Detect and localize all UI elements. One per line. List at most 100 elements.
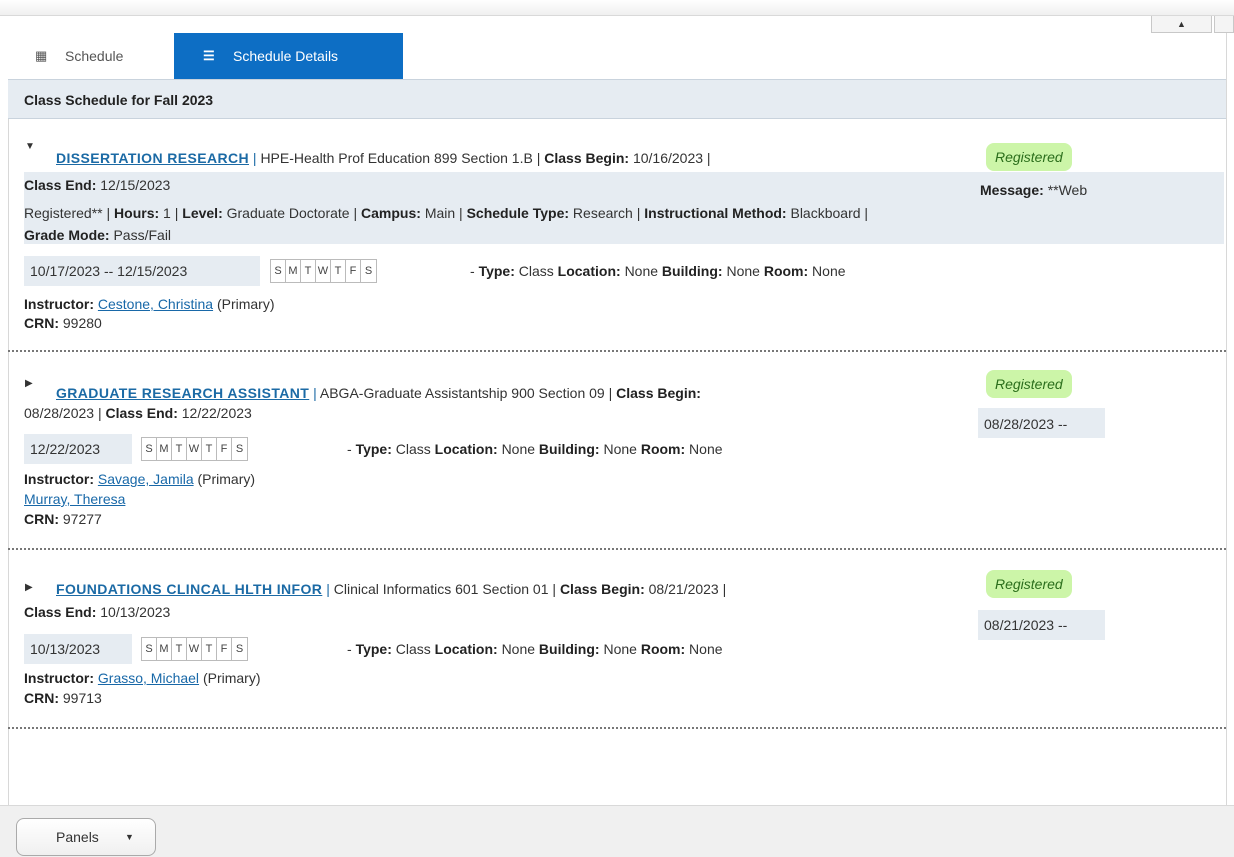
building-value: None [726,263,760,279]
building-label: Building: [538,641,600,657]
day-wednesday: W [316,260,331,282]
location-value: None [624,263,659,279]
room-value: None [812,263,846,279]
day-monday: M [157,638,172,660]
crn-label: CRN: [24,315,59,331]
schedule-type-value: Research [572,205,633,221]
instructor-line: Instructor: Cestone, Christina (Primary) [24,296,275,312]
status-badge: Registered [986,570,1072,598]
collapse-button[interactable]: ▲ [1151,16,1212,33]
course-header-line: DISSERTATION RESEARCH | HPE-Health Prof … [56,150,711,166]
course-title-link[interactable]: DISSERTATION RESEARCH [56,150,249,166]
room-label: Room: [763,263,809,279]
panels-button-label: Panels [56,829,99,845]
dash: - [470,263,475,279]
corner-button[interactable] [1214,16,1234,33]
crn-value: 97277 [62,511,102,527]
campus-value: Main [424,205,456,221]
caret-right-icon[interactable]: ▶ [25,378,33,389]
tab-schedule-details[interactable]: ☰ Schedule Details [174,33,403,79]
type-value: Class [518,263,554,279]
location-label: Location: [434,641,498,657]
instructor-link[interactable]: Murray, Theresa [24,491,125,507]
class-dates-line: 08/28/2023 | Class End: 12/22/2023 [24,405,252,421]
message-label: Message: [980,182,1044,198]
level-value: Graduate Doctorate [226,205,350,221]
day-friday: F [217,438,232,460]
course-title-link[interactable]: GRADUATE RESEARCH ASSISTANT [56,385,309,401]
instructor-label: Instructor: [24,670,94,686]
instructor-link[interactable]: Cestone, Christina [98,296,213,312]
course-details-line: Registered** | Hours: 1 | Level: Graduat… [24,205,869,221]
tab-schedule[interactable]: ▦ Schedule [8,33,173,79]
primary-tag: (Primary) [216,296,275,312]
class-begin-label: Class Begin: [616,385,701,401]
day-sunday: S [142,638,157,660]
caret-right-icon[interactable]: ▶ [25,582,33,593]
meeting-location: - Type: Class Location: None Building: N… [470,263,846,279]
day-wednesday: W [187,638,202,660]
grade-mode-line: Grade Mode: Pass/Fail [24,227,171,243]
instructional-method-value: Blackboard [790,205,861,221]
message-line: Message: **Web [980,182,1087,198]
room-label: Room: [640,441,686,457]
day-saturday: S [364,265,373,277]
status-badge: Registered [986,143,1072,171]
meeting-location: - Type: Class Location: None Building: N… [347,641,723,657]
building-label: Building: [661,263,723,279]
day-tuesday: T [172,438,187,460]
day-thursday: T [202,438,217,460]
panels-button[interactable]: Panels ▼ [16,818,156,856]
schedule-type-label: Schedule Type: [466,205,570,221]
instructor-link[interactable]: Grasso, Michael [98,670,199,686]
status-badge: Registered [986,370,1072,398]
location-label: Location: [434,441,498,457]
primary-tag: (Primary) [197,471,256,487]
meeting-days: S M T W T F S [141,637,248,661]
class-end-label: Class End: [24,604,97,620]
caret-down-icon[interactable]: ▼ [25,141,35,152]
tab-schedule-details-label: Schedule Details [233,48,339,64]
class-begin-value: 08/28/2023 [24,405,95,421]
room-value: None [689,441,723,457]
type-value: Class [395,441,431,457]
room-value: None [689,641,723,657]
instructional-method-label: Instructional Method: [644,205,787,221]
meeting-start: 08/21/2023 -- [984,617,1068,633]
course-divider [8,548,1226,550]
top-bar [0,0,1234,16]
course-divider [8,727,1226,729]
class-begin-label: Class Begin: [559,581,645,597]
level-label: Level: [182,205,223,221]
meeting-days: S M T W T F S [270,259,377,283]
meeting-end: 10/13/2023 [30,641,101,657]
day-tuesday: T [172,638,187,660]
class-end-line: Class End: 12/15/2023 [24,177,170,193]
list-details-icon: ☰ [203,48,215,63]
message-continued: Registered** [24,205,103,221]
course-divider [8,350,1226,352]
instructor-link[interactable]: Savage, Jamila [98,471,194,487]
tab-schedule-label: Schedule [65,48,124,64]
crn-label: CRN: [24,690,59,706]
panel-title: Class Schedule for Fall 2023 [8,79,1226,119]
day-thursday: T [202,638,217,660]
crn-line: CRN: 99713 [24,690,102,706]
collapse-up-icon: ▲ [1177,19,1186,29]
course-title-link[interactable]: FOUNDATIONS CLINCAL HLTH INFOR [56,581,322,597]
location-value: None [501,641,536,657]
instructor-label: Instructor: [24,471,94,487]
day-sunday: S [271,260,286,282]
course-header-line: FOUNDATIONS CLINCAL HLTH INFOR | Clinica… [56,581,727,597]
building-value: None [603,641,637,657]
room-label: Room: [640,641,686,657]
class-end-value: 12/22/2023 [181,405,252,421]
primary-tag: (Primary) [202,670,261,686]
type-label: Type: [355,441,392,457]
class-end-label: Class End: [24,177,97,193]
class-end-value: 12/15/2023 [100,177,171,193]
message-value: **Web [1047,182,1088,198]
chevron-down-icon: ▼ [125,832,134,842]
day-sunday: S [142,438,157,460]
footer-bar: Panels ▼ [0,805,1234,857]
